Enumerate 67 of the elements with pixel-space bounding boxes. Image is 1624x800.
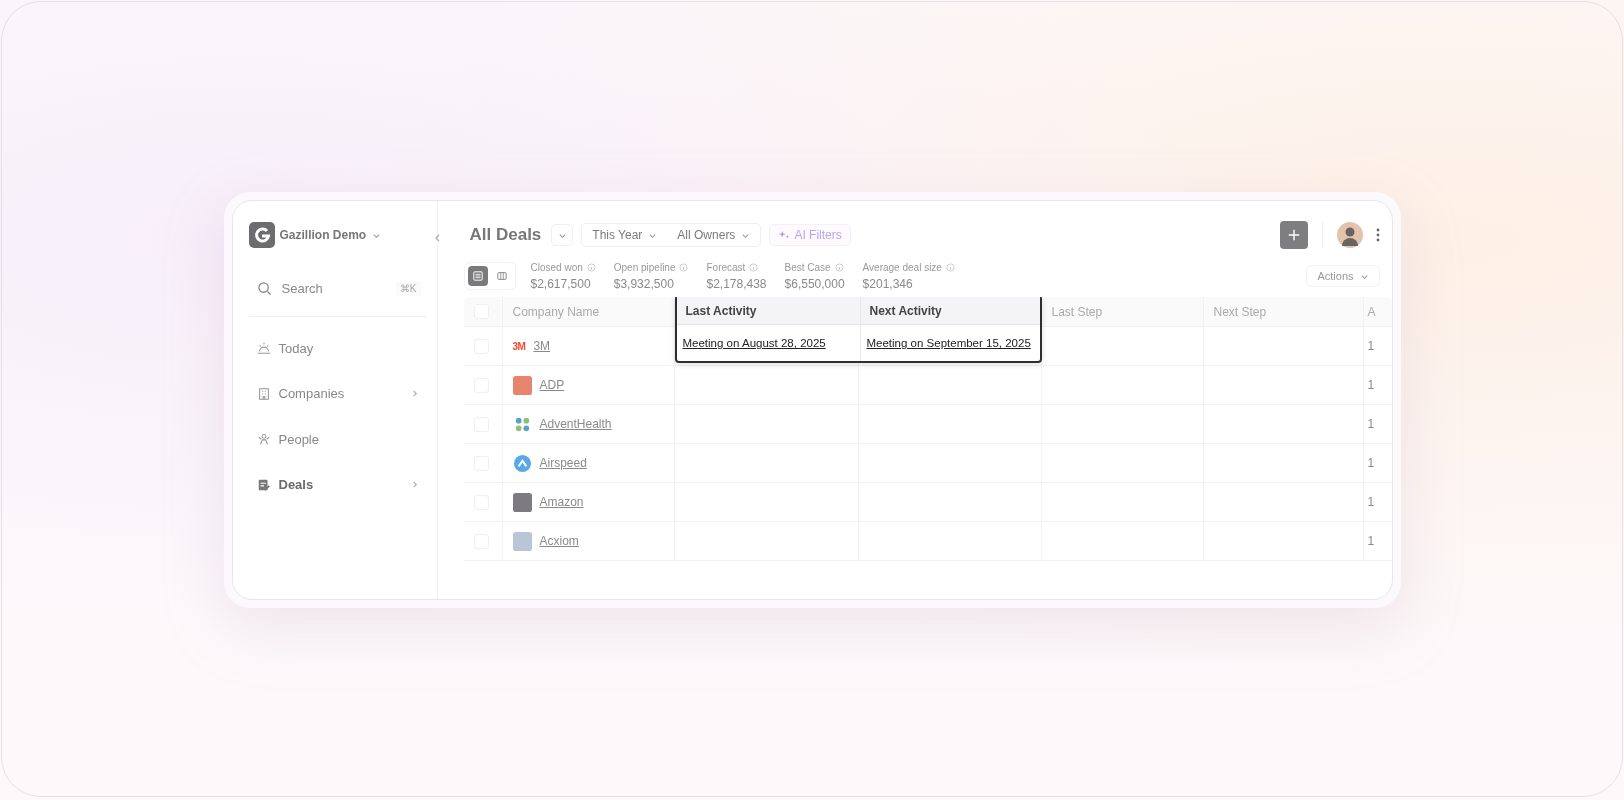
metric-value: $2,617,500 [530,276,592,291]
add-button[interactable] [1279,221,1308,249]
shortcut-hint: ⌘K [395,280,421,296]
sidebar-item[interactable]: People [248,424,427,454]
search-field[interactable]: Search [279,279,388,297]
company-link[interactable]: ADP [539,378,565,392]
info-icon [945,262,955,272]
table-cell: 1 [1367,456,1375,470]
people-icon [256,432,271,446]
plus-icon [1286,228,1301,242]
list-view-button[interactable] [467,266,488,286]
column-header[interactable]: Company Name [512,304,600,319]
table-cell: 1 [1367,534,1375,548]
metric-label: Open pipeline [613,261,676,273]
company-logo [512,531,532,551]
avatar[interactable] [1336,222,1363,248]
activity-link[interactable]: Meeting on August 28, 2025 [682,337,826,350]
metric-label: Average deal size [862,261,942,273]
column-header[interactable]: Last Step [1051,304,1103,319]
filter-dropdown[interactable]: This Year [582,224,668,246]
sparkle-icon [778,229,791,241]
metric-label: Closed won [530,261,583,273]
filter-dropdown[interactable]: All Owners [667,224,761,246]
sidebar-item[interactable]: Today [248,333,427,363]
column-header[interactable]: A [1367,304,1376,319]
info-icon [834,262,844,272]
sidebar-item[interactable]: Deals [248,469,427,500]
metric-value: $201,346 [862,276,914,291]
column-header[interactable]: Last Activity [685,303,757,318]
metric-label: Best Case [784,261,831,273]
document-icon [256,477,271,492]
company-logo [512,375,532,395]
activity-link[interactable]: Meeting on September 15, 2025 [866,337,1031,350]
table-cell: 1 [1367,495,1375,509]
metric-value: $2,178,438 [706,276,767,291]
company-link[interactable]: 3M [533,339,551,353]
search-icon [256,280,272,296]
table-cell: 1 [1367,378,1375,392]
page-title: All Deals [469,225,542,245]
company-logo [512,453,532,473]
info-icon [749,262,759,272]
company-link[interactable]: Amazon [539,495,584,509]
building-icon [256,386,271,401]
company-logo: 3M [512,340,526,352]
column-header[interactable]: Next Activity [869,303,942,318]
metric-value: $3,932,500 [613,276,675,291]
table-cell: 1 [1367,339,1375,353]
company-logo [512,492,532,512]
metric-value: $6,550,000 [784,276,845,291]
actions-dropdown[interactable]: Actions [1306,265,1380,287]
sunrise-icon [256,341,271,355]
info-icon [679,262,689,272]
sidebar-item[interactable]: Companies [248,378,427,409]
workspace-logo-icon [248,222,275,248]
info-icon [586,262,596,272]
workspace-switcher[interactable]: Gazillion Demo [279,228,382,242]
metric-label: Forecast [706,261,746,273]
column-header[interactable]: Next Step [1213,304,1267,319]
company-link[interactable]: AdventHealth [539,417,612,431]
view-dropdown[interactable] [551,224,574,246]
ai-filters-button[interactable]: AI Filters [769,224,851,246]
company-link[interactable]: Acxiom [539,534,579,548]
list-icon [472,271,483,281]
company-link[interactable]: Airspeed [539,456,587,470]
table-cell: 1 [1367,417,1375,431]
more-icon[interactable] [1375,228,1380,242]
columns-icon [496,271,507,281]
